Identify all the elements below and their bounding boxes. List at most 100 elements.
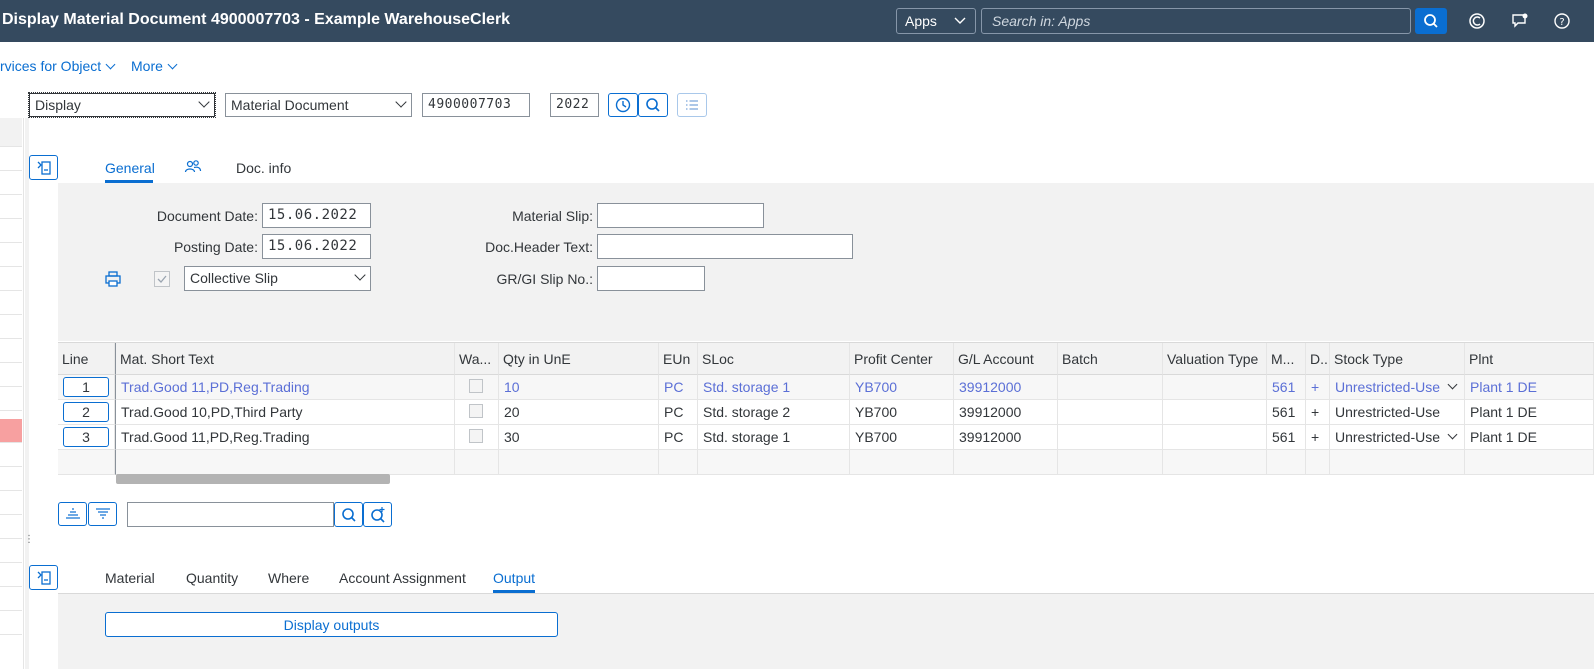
column-header-plant[interactable]: Plnt (1465, 343, 1594, 375)
valuation-type-cell[interactable] (1163, 400, 1267, 425)
column-header-eun[interactable]: EUn (659, 343, 698, 375)
debit-cell[interactable]: + (1306, 425, 1330, 450)
notifications-icon[interactable] (1511, 12, 1529, 35)
column-header-profit-center[interactable]: Profit Center (850, 343, 954, 375)
gl-account-cell[interactable]: 39912000 (954, 375, 1058, 400)
column-header-gl-account[interactable]: G/L Account (954, 343, 1058, 375)
line-button[interactable]: 2 (63, 402, 109, 422)
eun-cell[interactable]: PC (659, 425, 698, 450)
search-button[interactable] (1415, 8, 1447, 34)
short-text-cell[interactable]: Trad.Good 10,PD,Third Party (115, 400, 455, 425)
tab-doc-info[interactable]: Doc. info (236, 160, 291, 176)
collapse-header-button[interactable] (29, 155, 58, 180)
sort-ascending-button[interactable] (58, 502, 87, 526)
find-button[interactable] (638, 93, 668, 117)
row-checkbox[interactable] (469, 379, 483, 393)
list-button[interactable] (677, 93, 707, 117)
tab-material[interactable]: Material (105, 570, 155, 586)
qty-cell[interactable]: 20 (499, 400, 659, 425)
doc-header-text-field[interactable] (597, 234, 853, 259)
gr-gi-slip-field[interactable] (597, 266, 705, 291)
object-dropdown[interactable]: Material Document (225, 93, 412, 117)
table-find-next-button[interactable] (363, 502, 392, 527)
plant-cell[interactable]: Plant 1 DE (1465, 400, 1594, 425)
printer-icon[interactable] (104, 270, 122, 291)
column-header-movement[interactable]: M... (1267, 343, 1306, 375)
print-checkbox[interactable] (154, 271, 170, 287)
plant-cell[interactable]: Plant 1 DE (1465, 425, 1594, 450)
document-number-field[interactable]: 4900007703 (422, 93, 530, 117)
line-button[interactable]: 3 (63, 427, 109, 447)
movement-cell[interactable]: 561 (1267, 400, 1306, 425)
document-date-field[interactable]: 15.06.2022 (262, 203, 371, 228)
year-field[interactable]: 2022 (550, 93, 599, 117)
more-menu[interactable]: More (131, 58, 178, 74)
line-button[interactable]: 1 (63, 377, 109, 397)
tab-partners[interactable] (184, 158, 202, 179)
column-header-line[interactable]: Line (58, 343, 115, 375)
sloc-cell[interactable]: Std. storage 1 (698, 375, 850, 400)
movement-cell[interactable]: 561 (1267, 375, 1306, 400)
tab-quantity[interactable]: Quantity (186, 570, 238, 586)
profit-center-cell[interactable]: YB700 (850, 400, 954, 425)
tab-account-assignment[interactable]: Account Assignment (339, 570, 466, 586)
eun-cell[interactable]: PC (659, 400, 698, 425)
row-checkbox[interactable] (469, 429, 483, 443)
action-dropdown[interactable]: Display (28, 92, 216, 118)
column-header-sloc[interactable]: SLoc (698, 343, 850, 375)
valuation-type-cell[interactable] (1163, 375, 1267, 400)
chevron-down-icon (198, 96, 210, 108)
column-header-short-text[interactable]: Mat. Short Text (115, 343, 455, 375)
batch-cell[interactable] (1058, 375, 1163, 400)
column-header-debit[interactable]: D.. (1306, 343, 1330, 375)
gl-account-cell[interactable]: 39912000 (954, 425, 1058, 450)
sort-descending-button[interactable] (88, 502, 117, 526)
debit-cell[interactable]: + (1306, 400, 1330, 425)
search-input[interactable]: Search in: Apps (981, 8, 1411, 34)
debit-cell[interactable]: + (1306, 375, 1330, 400)
services-for-object-menu[interactable]: rvices for Object (0, 58, 116, 74)
material-slip-field[interactable] (597, 203, 764, 228)
plant-cell[interactable]: Plant 1 DE (1465, 375, 1594, 400)
stock-type-cell[interactable]: Unrestricted-Use (1330, 375, 1465, 400)
valuation-type-cell[interactable] (1163, 425, 1267, 450)
batch-cell[interactable] (1058, 425, 1163, 450)
strip-row (0, 443, 22, 467)
table-find-button[interactable] (334, 502, 363, 527)
qty-cell[interactable]: 30 (499, 425, 659, 450)
slip-type-dropdown[interactable]: Collective Slip (184, 266, 371, 291)
eun-cell[interactable]: PC (659, 375, 698, 400)
drag-handle-icon[interactable]: ⋮ (24, 535, 34, 545)
short-text-cell[interactable]: Trad.Good 11,PD,Reg.Trading (115, 425, 455, 450)
column-header-valuation-type[interactable]: Valuation Type (1163, 343, 1267, 375)
gl-account-cell[interactable]: 39912000 (954, 400, 1058, 425)
tab-output[interactable]: Output (493, 570, 535, 586)
stock-type-cell[interactable]: Unrestricted-Use (1330, 400, 1465, 425)
collapse-items-button[interactable] (29, 565, 58, 590)
column-header-stock-type[interactable]: Stock Type (1330, 343, 1465, 375)
tab-where[interactable]: Where (268, 570, 309, 586)
qty-cell[interactable]: 10 (499, 375, 659, 400)
horizontal-scrollbar[interactable] (116, 474, 390, 484)
posting-date-field[interactable]: 15.06.2022 (262, 234, 371, 259)
display-outputs-button[interactable]: Display outputs (105, 612, 558, 637)
tab-general[interactable]: General (105, 160, 155, 176)
sloc-cell[interactable]: Std. storage 1 (698, 425, 850, 450)
column-header-qty[interactable]: Qty in UnE (499, 343, 659, 375)
profit-center-cell[interactable]: YB700 (850, 425, 954, 450)
sloc-cell[interactable]: Std. storage 2 (698, 400, 850, 425)
empty-cell (1465, 450, 1594, 475)
copilot-icon[interactable] (1468, 12, 1486, 35)
help-icon[interactable]: ? (1553, 12, 1571, 35)
history-button[interactable] (608, 93, 638, 117)
batch-cell[interactable] (1058, 400, 1163, 425)
column-header-batch[interactable]: Batch (1058, 343, 1163, 375)
row-checkbox[interactable] (469, 404, 483, 418)
stock-type-cell[interactable]: Unrestricted-Use (1330, 425, 1465, 450)
column-header-warehouse[interactable]: Wa... (455, 343, 499, 375)
short-text-cell[interactable]: Trad.Good 11,PD,Reg.Trading (115, 375, 455, 400)
apps-dropdown[interactable]: Apps (896, 8, 976, 34)
table-search-input[interactable] (127, 502, 334, 527)
movement-cell[interactable]: 561 (1267, 425, 1306, 450)
profit-center-cell[interactable]: YB700 (850, 375, 954, 400)
